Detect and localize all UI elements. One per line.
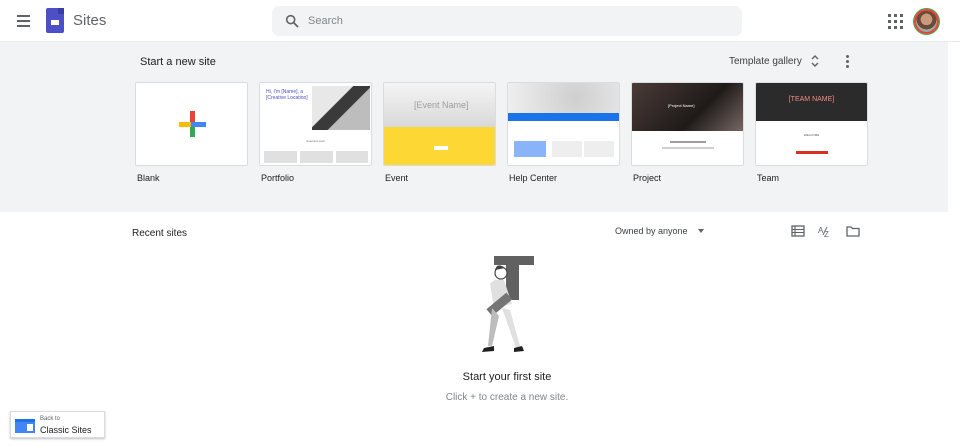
template-card-project[interactable]: [Project Name] Project: [631, 82, 744, 183]
template-thumbnail[interactable]: [Event Name]: [383, 82, 496, 166]
classic-caption: Back to: [40, 416, 61, 422]
thumb-subtext: Selected work: [306, 139, 325, 143]
empty-state-subtitle: Click + to create a new site.: [445, 392, 569, 403]
account-avatar[interactable]: [914, 9, 939, 34]
main-menu-button[interactable]: [13, 11, 35, 31]
template-thumbnail[interactable]: [507, 82, 620, 166]
classic-label: Classic Sites: [40, 425, 92, 435]
app-header: Sites: [0, 0, 960, 42]
more-options-icon[interactable]: [842, 54, 852, 68]
dropdown-arrow-icon[interactable]: [698, 229, 704, 233]
template-thumbnail[interactable]: [135, 82, 248, 166]
search-input[interactable]: [308, 11, 728, 31]
template-thumbnail[interactable]: Hi, I'm [Name], a [Creative Location] Se…: [259, 82, 372, 166]
google-apps-icon[interactable]: [886, 12, 904, 30]
template-card-help-center[interactable]: Help Center: [507, 82, 620, 183]
template-thumbnail[interactable]: [TEAM NAME] WELCOME: [755, 82, 868, 166]
back-to-classic-sites-button[interactable]: Back to Classic Sites: [10, 411, 105, 438]
template-card-event[interactable]: [Event Name] Event: [383, 82, 496, 183]
person-carrying-t-illustration: [482, 256, 534, 352]
portfolio-photo: [312, 86, 370, 130]
template-label: Help Center: [509, 173, 558, 183]
template-card-blank[interactable]: Blank: [135, 82, 248, 183]
template-label: Event: [385, 173, 409, 183]
thumb-headline: [Event Name]: [414, 100, 469, 110]
empty-state-title: Start your first site: [462, 371, 552, 383]
template-label: Team: [757, 173, 780, 183]
template-thumbnail[interactable]: [Project Name]: [631, 82, 744, 166]
recent-sites-title: Recent sites: [132, 228, 188, 239]
template-label: Project: [633, 173, 662, 183]
folder-icon[interactable]: [846, 224, 860, 238]
classic-sites-icon: [15, 419, 35, 433]
list-view-icon[interactable]: [791, 224, 805, 238]
template-section-title: Start a new site: [140, 56, 216, 68]
template-card-portfolio[interactable]: Hi, I'm [Name], a [Creative Location] Se…: [259, 82, 372, 183]
app-title[interactable]: Sites: [73, 12, 106, 29]
template-section: Start a new site Template gallery Blank …: [0, 42, 948, 212]
sort-az-icon[interactable]: A Z: [818, 224, 832, 238]
thumb-headline: [Project Name]: [668, 103, 695, 108]
unfold-more-icon[interactable]: [810, 54, 820, 68]
thumb-headline: Hi, I'm [Name], a [Creative Location]: [266, 89, 308, 101]
template-label: Blank: [137, 173, 160, 183]
template-gallery-button[interactable]: Template gallery: [729, 56, 802, 67]
template-card-team[interactable]: [TEAM NAME] WELCOME Team: [755, 82, 868, 183]
thumb-subtext: WELCOME: [803, 133, 820, 137]
owner-filter-dropdown[interactable]: Owned by anyone: [615, 226, 688, 236]
search-icon[interactable]: [284, 13, 300, 29]
thumb-headline: [TEAM NAME]: [788, 96, 835, 103]
search-bar[interactable]: [272, 6, 742, 36]
template-label: Portfolio: [261, 173, 295, 183]
sites-logo-icon[interactable]: [46, 8, 64, 33]
